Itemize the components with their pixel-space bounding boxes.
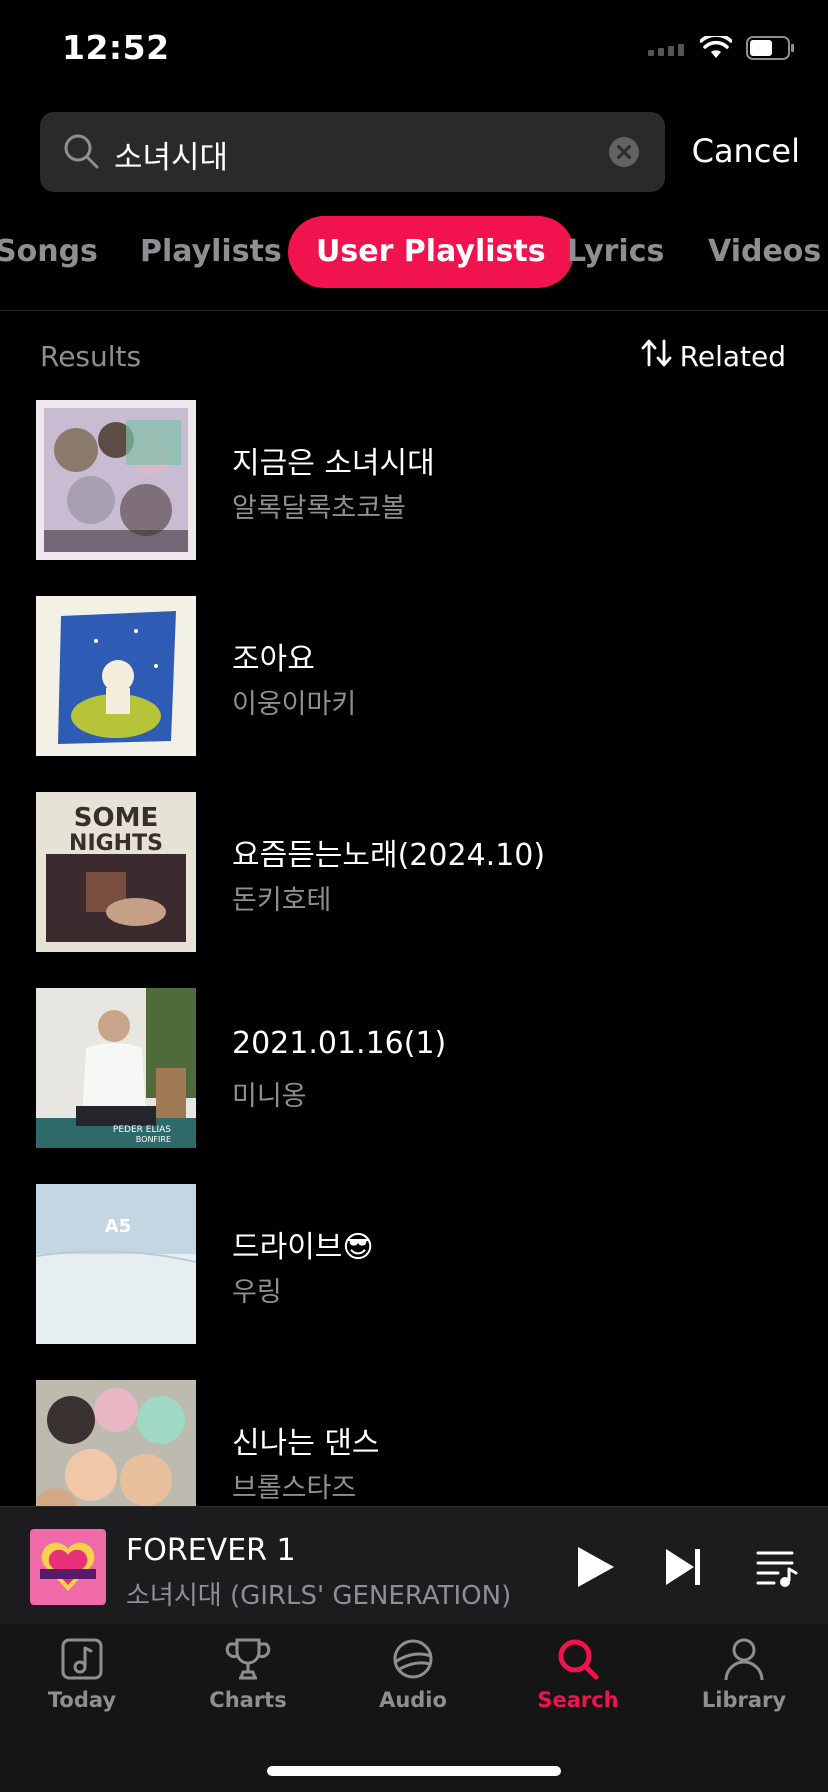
list-item[interactable]: SOME NIGHTS 요즘듣는노래(2024.10) 돈키호테: [36, 792, 796, 952]
list-item[interactable]: 신나는 댄스 브롤스타즈: [36, 1380, 796, 1506]
playlist-cover: [36, 1380, 196, 1506]
status-bar: 12:52: [0, 0, 828, 100]
list-item[interactable]: 조아요 이웅이마키: [36, 596, 796, 756]
playlist-cover: A5: [36, 1184, 196, 1344]
cover-text-line-1: SOME: [74, 803, 158, 833]
playlist-owner: 우링: [232, 1277, 282, 1308]
tab-bar-label: Today: [47, 1688, 117, 1712]
tabs-divider: [0, 310, 828, 311]
cover-text-line-2: NIGHTS: [69, 831, 163, 856]
tab-bar-label: Search: [537, 1688, 619, 1712]
playlist-cover: [36, 596, 196, 756]
cover-text: PEDER ELIAS: [113, 1125, 171, 1135]
clear-search-icon[interactable]: [608, 136, 640, 172]
status-time: 12:52: [62, 28, 170, 67]
tab-videos[interactable]: Videos: [708, 216, 821, 288]
now-playing-artist: 소녀시대 (GIRLS' GENERATION): [126, 1581, 512, 1611]
next-track-button[interactable]: [664, 1547, 704, 1591]
tab-bar-search[interactable]: Search: [518, 1636, 638, 1712]
playlist-owner: 알록달록초코볼: [232, 493, 406, 524]
playlist-cover: SOME NIGHTS: [36, 792, 196, 952]
list-item[interactable]: PEDER ELIAS BONFIRE 2021.01.16(1) 미니옹: [36, 988, 796, 1148]
search-category-tabs: Songs Playlists User Playlists Lyrics Vi…: [0, 216, 828, 288]
playlist-title: 조아요: [232, 642, 315, 677]
tab-bar-today[interactable]: Today: [22, 1636, 142, 1712]
playlist-title: 2021.01.16(1): [232, 1026, 447, 1061]
music-note-icon: [22, 1636, 142, 1686]
playlist-cover: PEDER ELIAS BONFIRE: [36, 988, 196, 1148]
tab-bar-charts[interactable]: Charts: [188, 1636, 308, 1712]
tab-bar-audio[interactable]: Audio: [353, 1636, 473, 1712]
playlist-title: 요즘듣는노래(2024.10): [232, 838, 546, 873]
status-icons: [648, 33, 796, 64]
search-input[interactable]: 소녀시대: [40, 112, 665, 192]
cover-logo: A5: [105, 1216, 131, 1237]
playlist-title: 드라이브😎: [232, 1230, 374, 1265]
sort-label: Related: [679, 340, 786, 373]
sort-icon: [640, 338, 674, 375]
tab-lyrics[interactable]: Lyrics: [567, 216, 664, 288]
playlist-owner: 브롤스타즈: [232, 1473, 357, 1504]
play-button[interactable]: [574, 1545, 616, 1593]
tab-user-playlists[interactable]: User Playlists: [288, 216, 574, 288]
battery-icon: [746, 36, 796, 64]
cover-text: BONFIRE: [136, 1135, 171, 1144]
tab-playlists[interactable]: Playlists: [140, 216, 282, 288]
list-item[interactable]: A5 드라이브😎 우링: [36, 1184, 796, 1344]
tab-bar-label: Library: [701, 1688, 787, 1712]
playlist-owner: 이웅이마키: [232, 689, 357, 720]
playlist-cover: [36, 400, 196, 560]
playlist-owner: 돈키호테: [232, 885, 332, 916]
person-icon: [684, 1636, 804, 1686]
queue-button[interactable]: [756, 1549, 798, 1591]
tab-bar-label: Audio: [379, 1688, 447, 1712]
tab-bar-label: Charts: [209, 1688, 287, 1712]
playlist-results-list: 지금은 소녀시대 알록달록초코볼 조아요 이웅이마키 SOME NIGHTS 요…: [0, 400, 828, 1506]
list-item[interactable]: 지금은 소녀시대 알록달록초코볼: [36, 400, 796, 560]
tab-bar-library[interactable]: Library: [684, 1636, 804, 1712]
sort-button[interactable]: Related: [640, 338, 786, 375]
now-playing-title: FOREVER 1: [126, 1533, 296, 1568]
tab-songs[interactable]: Songs: [0, 216, 98, 288]
wifi-icon: [699, 33, 733, 64]
signal-icon: [648, 41, 686, 60]
playlist-owner: 미니옹: [232, 1081, 307, 1112]
home-indicator: [267, 1766, 561, 1776]
mini-player[interactable]: FOREVER 1 소녀시대 (GIRLS' GENERATION): [0, 1506, 828, 1625]
now-playing-artwork: [30, 1529, 106, 1605]
search-icon: [518, 1636, 638, 1686]
trophy-icon: [188, 1636, 308, 1686]
cancel-button[interactable]: Cancel: [692, 132, 800, 170]
search-icon: [62, 132, 102, 176]
search-query[interactable]: 소녀시대: [114, 132, 228, 177]
playlist-title: 신나는 댄스: [232, 1426, 380, 1461]
results-label: Results: [40, 340, 142, 373]
playlist-title: 지금은 소녀시대: [232, 446, 435, 481]
search-row: 소녀시대 Cancel: [40, 112, 800, 192]
planet-icon: [353, 1636, 473, 1686]
